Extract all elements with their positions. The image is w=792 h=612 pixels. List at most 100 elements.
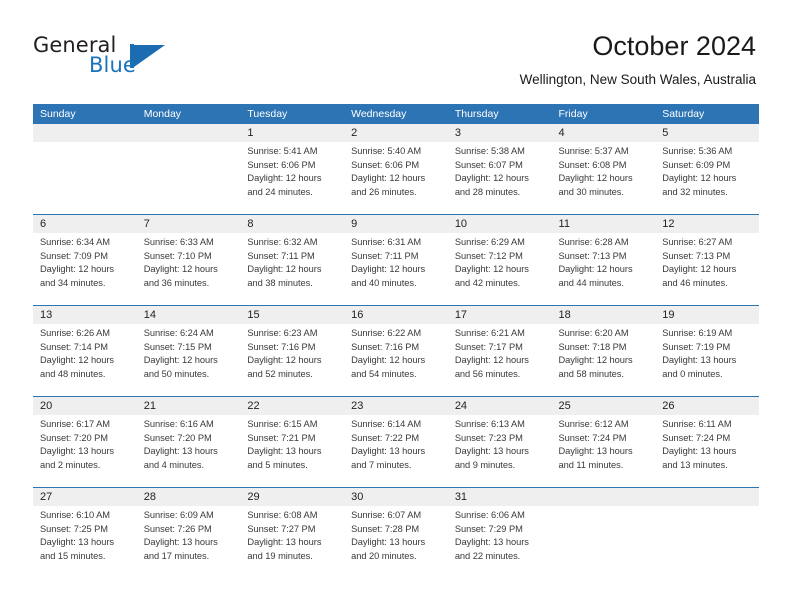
daylight-text-line1: Daylight: 12 hours [247,355,322,366]
day-number[interactable]: 6 [33,215,137,233]
day-number[interactable]: 30 [344,488,448,506]
sunset-text: Sunset: 7:25 PM [40,523,108,534]
day-cell-empty [33,142,137,214]
day-cell[interactable]: Sunrise: 5:41 AM Sunset: 6:06 PM Daylight:… [240,142,344,214]
day-cell[interactable]: Sunrise: 6:23 AM Sunset: 7:16 PM Daylight:… [240,324,344,396]
daylight-text-line2: and 24 minutes. [247,186,313,197]
day-number[interactable]: 26 [655,397,759,415]
day-number[interactable]: 11 [552,215,656,233]
day-cell[interactable]: Sunrise: 6:22 AM Sunset: 7:16 PM Daylight:… [344,324,448,396]
daylight-text-line2: and 56 minutes. [454,368,521,379]
weekday-sunday: Sunday [40,108,76,120]
sunrise-text: Sunrise: 6:06 AM [454,510,525,520]
daylight-text-line2: and 26 minutes. [351,186,417,197]
week-daynumber-band: 20 21 22 23 24 25 26 [33,397,759,415]
day-cell[interactable]: Sunrise: 6:21 AM Sunset: 7:17 PM Daylight:… [448,324,552,396]
day-cell[interactable]: Sunrise: 6:34 AM Sunset: 7:09 PM Daylight:… [33,233,137,305]
day-cell[interactable]: Sunrise: 6:33 AM Sunset: 7:10 PM Daylight:… [137,233,241,305]
day-number[interactable]: 29 [240,488,344,506]
day-cell[interactable]: Sunrise: 6:07 AM Sunset: 7:28 PM Daylight:… [344,506,448,578]
title-block: October 2024 Wellington, New South Wales… [520,30,756,88]
daylight-text-line2: and 58 minutes. [558,368,624,379]
day-number[interactable]: 5 [655,124,759,142]
day-cell[interactable]: Sunrise: 5:36 AM Sunset: 6:09 PM Daylight:… [655,142,759,214]
sunrise-text: Sunrise: 6:29 AM [454,237,525,247]
day-number[interactable]: 14 [137,306,241,324]
daylight-text-line1: Daylight: 12 hours [247,173,322,184]
day-number[interactable]: 7 [137,215,241,233]
day-number[interactable]: 13 [33,306,137,324]
sunset-text: Sunset: 6:07 PM [454,159,523,170]
day-cell[interactable]: Sunrise: 6:26 AM Sunset: 7:14 PM Daylight:… [33,324,137,396]
day-number[interactable]: 8 [240,215,344,233]
day-cell[interactable]: Sunrise: 6:27 AM Sunset: 7:13 PM Daylight:… [655,233,759,305]
sunset-text: Sunset: 7:23 PM [454,432,523,443]
day-cell[interactable]: Sunrise: 6:08 AM Sunset: 7:27 PM Daylight:… [240,506,344,578]
day-cell[interactable]: Sunrise: 6:14 AM Sunset: 7:22 PM Daylight:… [344,415,448,487]
sunrise-text: Sunrise: 5:40 AM [351,146,422,156]
day-cell[interactable]: Sunrise: 6:24 AM Sunset: 7:15 PM Daylight:… [137,324,241,396]
day-number[interactable]: 27 [33,488,137,506]
day-cell[interactable]: Sunrise: 6:15 AM Sunset: 7:21 PM Daylight:… [240,415,344,487]
day-number[interactable]: 22 [240,397,344,415]
day-number[interactable]: 23 [344,397,448,415]
day-cell[interactable]: Sunrise: 6:12 AM Sunset: 7:24 PM Daylight:… [552,415,656,487]
day-cell[interactable]: Sunrise: 6:32 AM Sunset: 7:11 PM Daylight:… [240,233,344,305]
day-number[interactable]: 17 [448,306,552,324]
day-cell[interactable]: Sunrise: 6:06 AM Sunset: 7:29 PM Daylight:… [448,506,552,578]
day-cell[interactable]: Sunrise: 6:11 AM Sunset: 7:24 PM Daylight:… [655,415,759,487]
sunset-text: Sunset: 6:09 PM [662,159,731,170]
day-cell-empty [137,142,241,214]
day-number[interactable]: 3 [448,124,552,142]
daylight-text-line1: Daylight: 13 hours [247,537,322,548]
day-cell[interactable]: Sunrise: 6:09 AM Sunset: 7:26 PM Daylight:… [137,506,241,578]
day-number[interactable]: 15 [240,306,344,324]
weekday-tuesday: Tuesday [247,108,288,120]
day-number[interactable]: 16 [344,306,448,324]
day-number[interactable]: 19 [655,306,759,324]
daylight-text-line2: and 42 minutes. [454,277,521,288]
day-cell[interactable]: Sunrise: 5:37 AM Sunset: 6:08 PM Daylight:… [552,142,656,214]
day-cell[interactable]: Sunrise: 6:20 AM Sunset: 7:18 PM Daylight:… [552,324,656,396]
sunrise-text: Sunrise: 6:21 AM [454,328,525,338]
day-cell[interactable]: Sunrise: 6:13 AM Sunset: 7:23 PM Daylight:… [448,415,552,487]
weekday-wednesday: Wednesday [351,108,407,120]
day-cell[interactable]: Sunrise: 5:40 AM Sunset: 6:06 PM Daylight:… [344,142,448,214]
day-number[interactable]: 24 [448,397,552,415]
calendar-week-row: 1 2 3 4 5 Sunrise: 5:41 AM Sunset: 6:06 PM Dayl… [33,124,759,214]
sunrise-text: Sunrise: 6:14 AM [351,419,422,429]
sunset-text: Sunset: 7:16 PM [351,341,420,352]
day-number[interactable]: 4 [552,124,656,142]
day-number[interactable]: 18 [552,306,656,324]
day-cell[interactable]: Sunrise: 6:16 AM Sunset: 7:20 PM Daylight:… [137,415,241,487]
day-cell[interactable]: Sunrise: 6:31 AM Sunset: 7:11 PM Daylight:… [344,233,448,305]
day-number[interactable]: 9 [344,215,448,233]
day-cell[interactable]: Sunrise: 6:19 AM Sunset: 7:19 PM Daylight:… [655,324,759,396]
sunrise-text: Sunrise: 6:33 AM [143,237,214,247]
sunrise-text: Sunrise: 6:19 AM [662,328,733,338]
day-cell[interactable]: Sunrise: 6:17 AM Sunset: 7:20 PM Daylight:… [33,415,137,487]
day-number[interactable]: 31 [448,488,552,506]
day-number[interactable]: 21 [137,397,241,415]
daylight-text-line1: Daylight: 12 hours [558,355,633,366]
day-cell-empty [552,506,656,578]
day-cell[interactable]: Sunrise: 5:38 AM Sunset: 6:07 PM Daylight:… [448,142,552,214]
day-number[interactable]: 20 [33,397,137,415]
sunset-text: Sunset: 6:06 PM [247,159,316,170]
day-number[interactable]: 10 [448,215,552,233]
day-number[interactable]: 28 [137,488,241,506]
day-number-empty [655,488,759,506]
day-number[interactable]: 2 [344,124,448,142]
generalblue-logo: General Blue [33,33,213,83]
sunset-text: Sunset: 7:17 PM [454,341,523,352]
calendar-weeks: 1 2 3 4 5 Sunrise: 5:41 AM Sunset: 6:06 PM Dayl… [33,124,759,578]
day-cell[interactable]: Sunrise: 6:29 AM Sunset: 7:12 PM Daylight:… [448,233,552,305]
day-cell[interactable]: Sunrise: 6:28 AM Sunset: 7:13 PM Daylight:… [552,233,656,305]
daylight-text-line1: Daylight: 12 hours [558,173,633,184]
day-number[interactable]: 25 [552,397,656,415]
day-number[interactable]: 12 [655,215,759,233]
day-number[interactable]: 1 [240,124,344,142]
sunrise-text: Sunrise: 6:17 AM [40,419,110,429]
daylight-text-line1: Daylight: 13 hours [454,537,529,548]
day-cell[interactable]: Sunrise: 6:10 AM Sunset: 7:25 PM Daylight:… [33,506,137,578]
